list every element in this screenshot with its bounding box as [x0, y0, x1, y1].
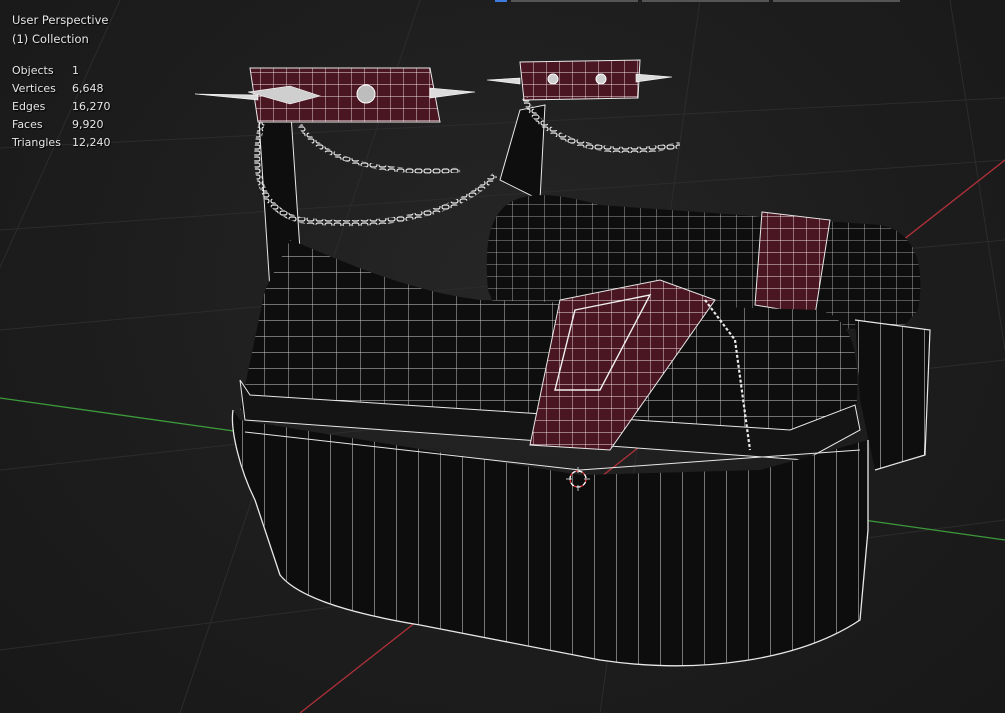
header-segment — [642, 0, 769, 2]
3d-viewport[interactable]: User Perspective (1) Collection Objects … — [0, 0, 1005, 713]
scene-canvas[interactable] — [0, 0, 1005, 713]
stat-objects: Objects 1 — [12, 62, 111, 80]
stat-value: 1 — [72, 64, 79, 78]
stat-value: 6,648 — [72, 82, 104, 96]
stat-label: Edges — [12, 99, 46, 113]
collection-label: (1) Collection — [12, 32, 89, 46]
stat-value: 9,920 — [72, 117, 104, 131]
stat-vertices: Vertices 6,648 — [12, 80, 111, 98]
header-segment — [773, 0, 900, 2]
stat-triangles: Triangles 12,240 — [12, 133, 111, 151]
view-name-label: User Perspective — [12, 13, 109, 27]
stat-label: Vertices — [12, 82, 56, 96]
scene-statistics: Objects 1 Vertices 6,648 Edges 16,270 Fa… — [12, 62, 111, 151]
stat-label: Triangles — [12, 135, 61, 149]
active-tab-indicator — [495, 0, 507, 2]
header-edge — [495, 0, 900, 2]
stat-value: 16,270 — [72, 99, 111, 113]
stat-label: Objects — [12, 64, 54, 78]
stat-faces: Faces 9,920 — [12, 115, 111, 133]
stat-label: Faces — [12, 117, 43, 131]
header-segment — [511, 0, 638, 2]
stat-edges: Edges 16,270 — [12, 98, 111, 116]
stat-value: 12,240 — [72, 135, 111, 149]
